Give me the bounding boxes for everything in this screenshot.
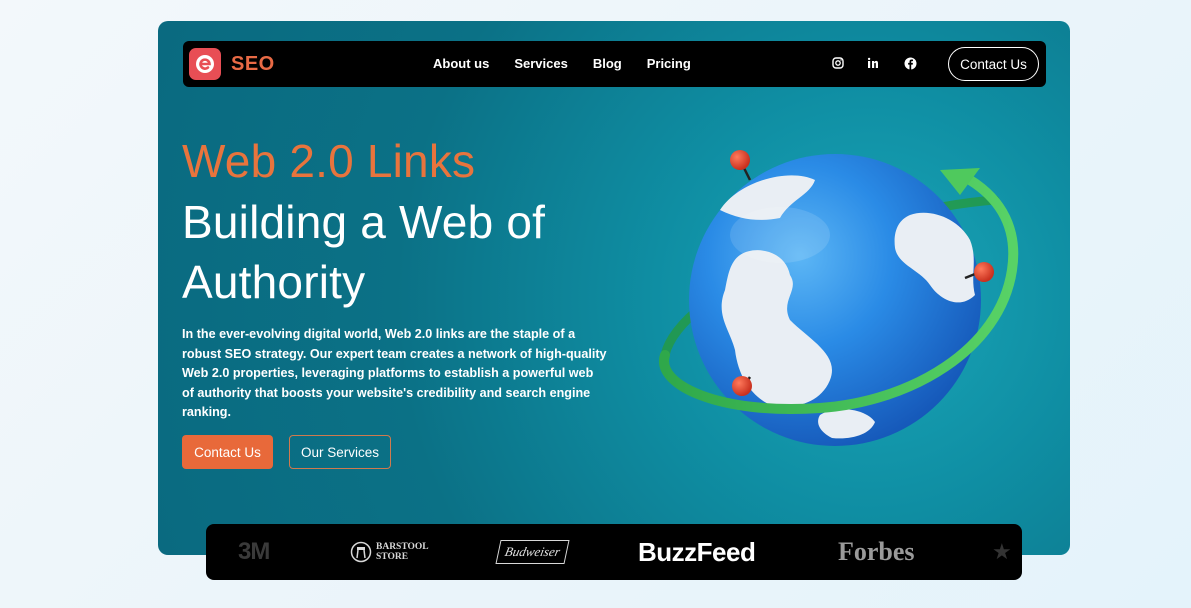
facebook-icon[interactable] (902, 55, 918, 71)
brand-logo-budweiser: Budweiser (495, 524, 570, 580)
nav-link-about[interactable]: About us (433, 56, 489, 71)
nav-links: About us Services Blog Pricing (433, 56, 716, 71)
nav-contact-button[interactable]: Contact Us (948, 47, 1039, 81)
hero-heading: Building a Web of Authority (182, 192, 602, 312)
hero-services-button[interactable]: Our Services (289, 435, 391, 469)
brand-logo-forbes: Forbes (838, 537, 915, 566)
navbar: SEO About us Services Blog Pricing Conta… (183, 41, 1046, 87)
hero-accent-heading: Web 2.0 Links (182, 135, 476, 187)
logo-icon[interactable] (189, 48, 221, 80)
barstool-icon (350, 541, 372, 563)
nav-link-services[interactable]: Services (514, 56, 568, 71)
brand-logos-strip: 3M BARSTOOL STORE Budweiser BuzzFeed For… (206, 524, 1022, 580)
logo-text[interactable]: SEO (231, 53, 275, 76)
brand-logo-star-icon: ★ (992, 539, 1012, 564)
brand-logo-buzzfeed: BuzzFeed (638, 536, 756, 567)
brand-logo-barstool: BARSTOOL STORE (350, 524, 429, 580)
linkedin-icon[interactable] (865, 55, 881, 71)
nav-link-blog[interactable]: Blog (593, 56, 622, 71)
instagram-icon[interactable] (830, 55, 846, 71)
nav-link-pricing[interactable]: Pricing (647, 56, 691, 71)
hero-heading-line1: Building a Web of (182, 196, 546, 248)
brand-logo-3m: 3M (238, 538, 270, 565)
hero-heading-line2: Authority (182, 256, 366, 308)
hero-description: In the ever-evolving digital world, Web … (182, 327, 607, 419)
globe-illustration (640, 140, 1040, 460)
hero-contact-button[interactable]: Contact Us (182, 435, 273, 469)
